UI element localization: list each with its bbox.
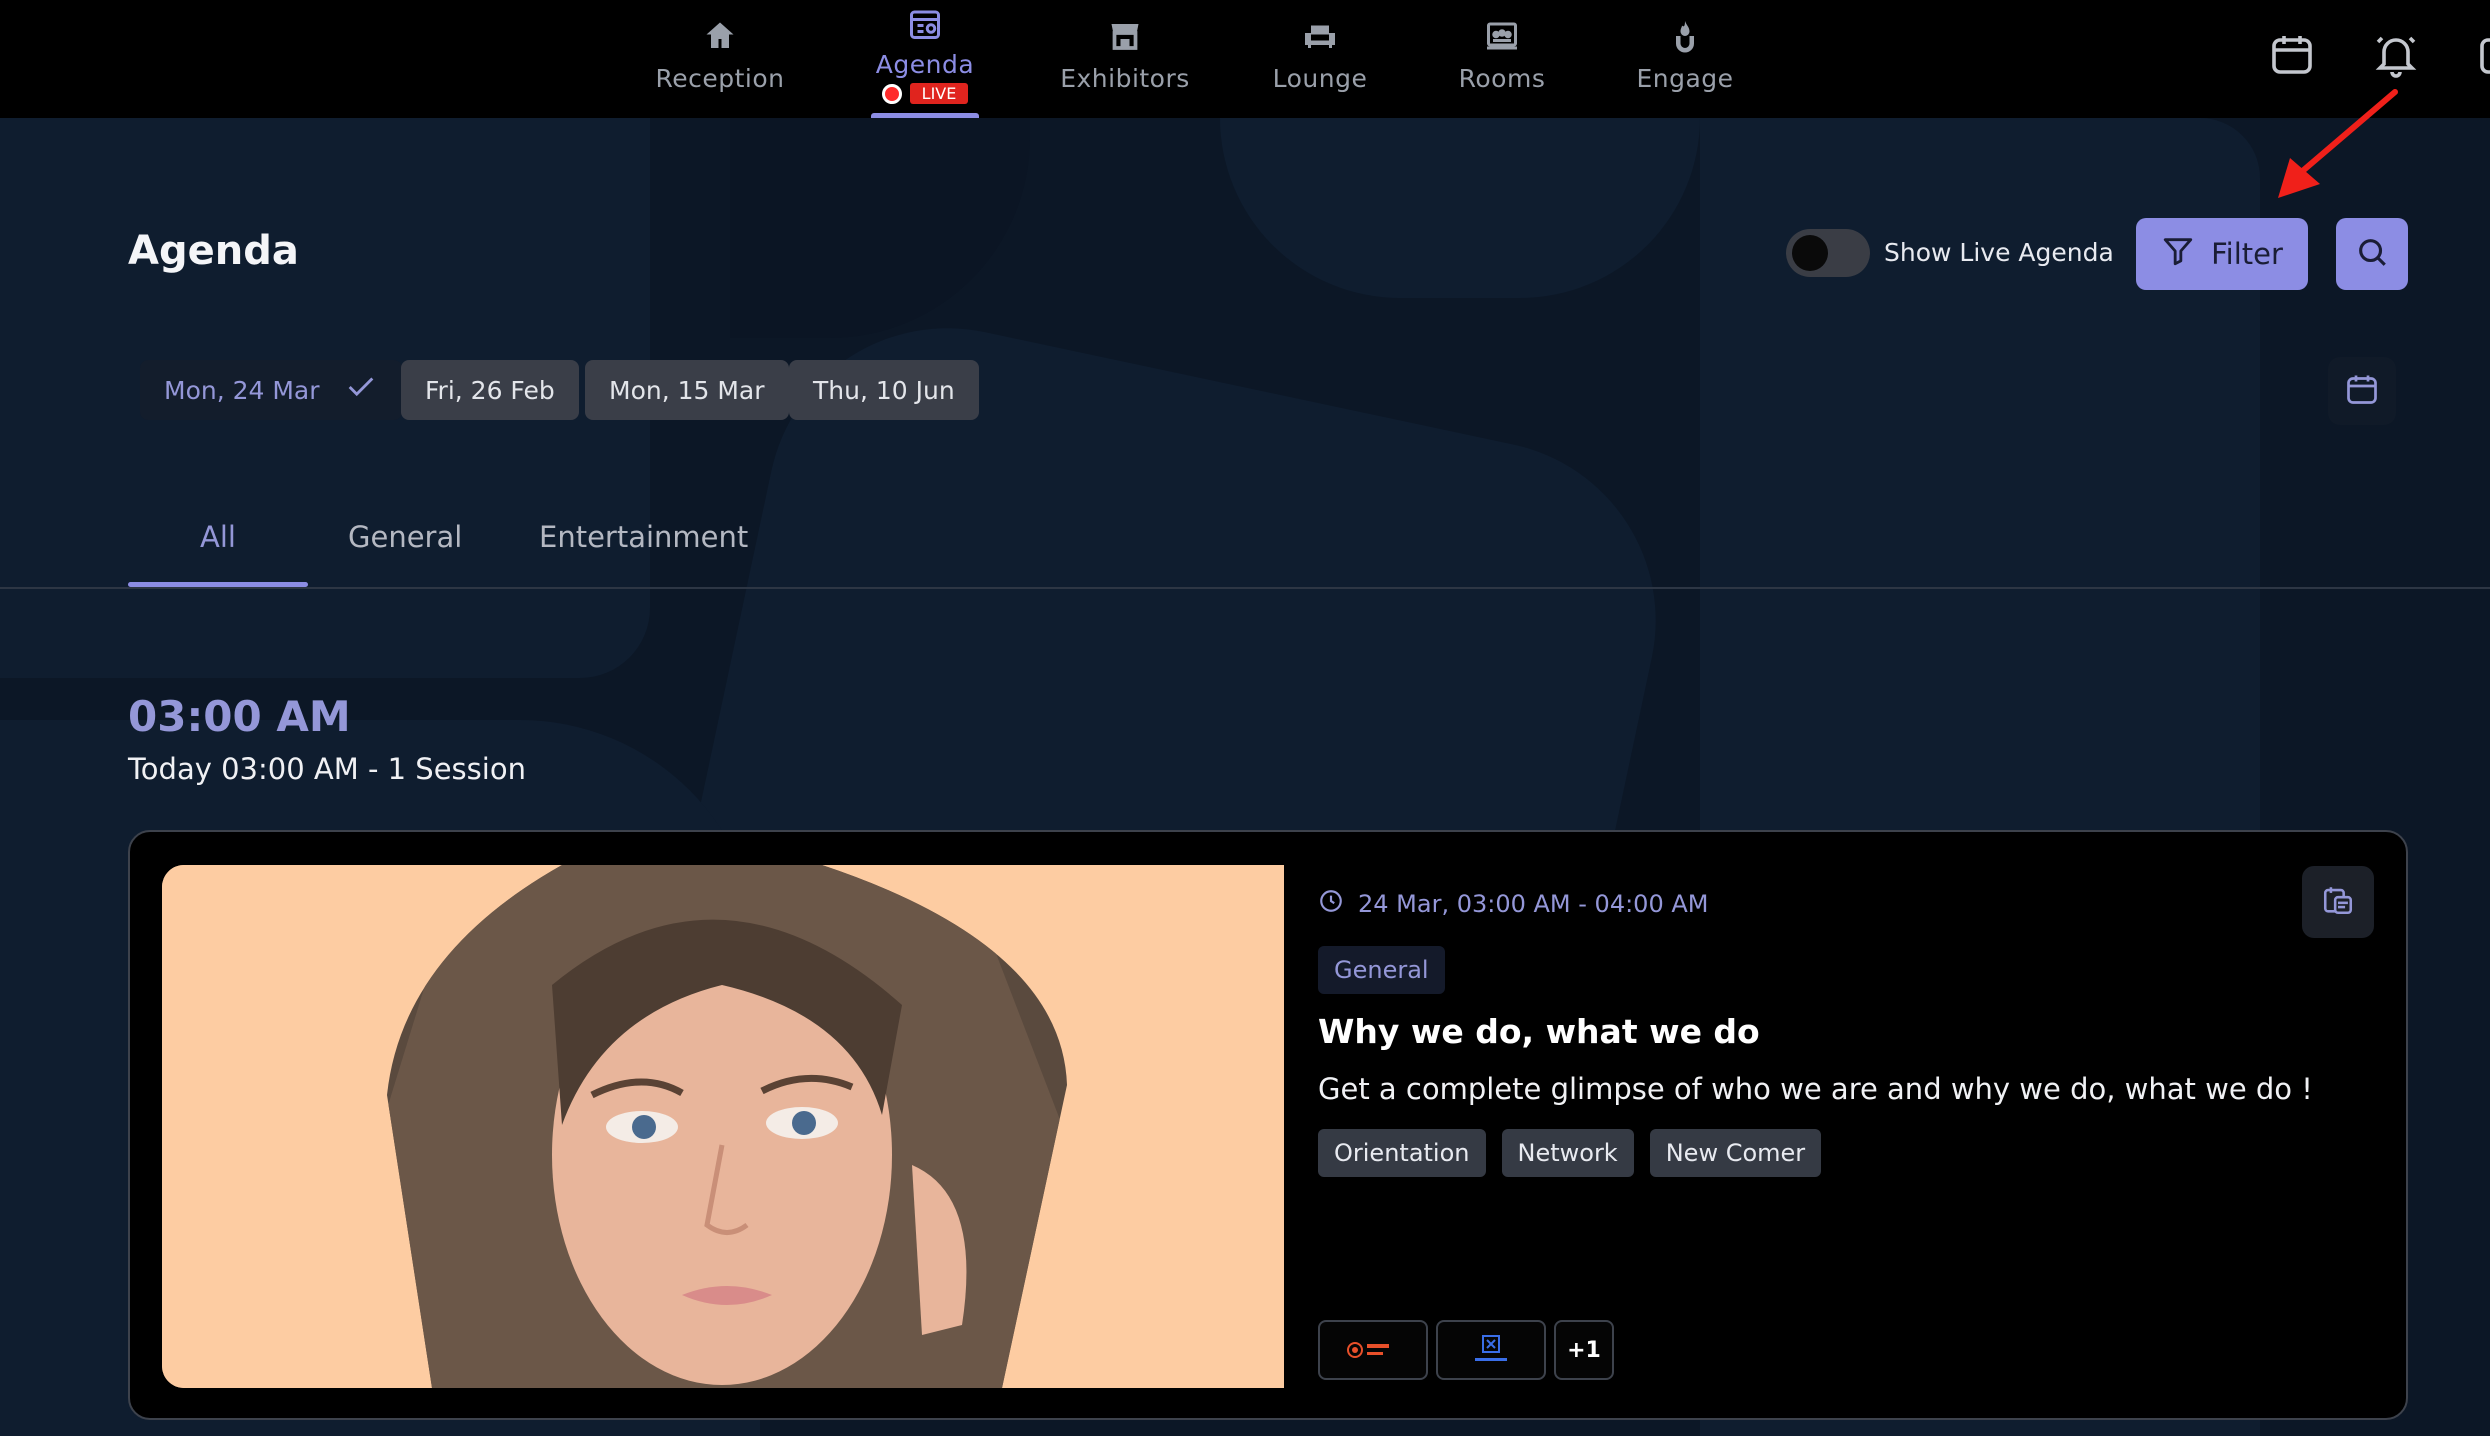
date-picker-button[interactable] <box>2328 357 2396 425</box>
search-button[interactable] <box>2336 218 2408 290</box>
session-description: Get a complete glimpse of who we are and… <box>1318 1072 2313 1106</box>
nav-item-label: Agenda <box>875 50 975 79</box>
menu-icon[interactable] <box>2476 30 2490 78</box>
bell-icon[interactable] <box>2372 30 2420 78</box>
toggle-knob <box>1792 235 1828 271</box>
nav-item-label: Reception <box>655 64 785 93</box>
nav-item-label: Exhibitors <box>1060 64 1190 93</box>
more-sponsors-button[interactable]: +1 <box>1554 1320 1614 1380</box>
add-to-calendar-button[interactable] <box>2302 866 2374 938</box>
tab-general[interactable]: General <box>348 520 462 554</box>
page-title: Agenda <box>128 228 299 274</box>
filter-button[interactable]: Filter <box>2136 218 2308 290</box>
agenda-page: Reception Agenda LIVE Exhibitors Lounge <box>0 0 2490 1436</box>
nav-item-agenda[interactable]: Agenda LIVE <box>865 0 985 118</box>
sponsor-logo[interactable] <box>1436 1320 1546 1380</box>
session-title[interactable]: Why we do, what we do <box>1318 1012 1760 1051</box>
session-track-badge: General <box>1318 946 1445 994</box>
top-navigation: Reception Agenda LIVE Exhibitors Lounge <box>0 0 2490 118</box>
date-chip-label: Fri, 26 Feb <box>425 375 555 405</box>
agenda-icon <box>905 4 945 44</box>
session-sponsors: +1 <box>1318 1320 1614 1380</box>
tabs-divider <box>0 587 2490 589</box>
calendar-icon[interactable] <box>2268 30 2316 78</box>
nav-item-engage[interactable]: Engage <box>1625 0 1745 118</box>
session-tag: New Comer <box>1649 1129 1822 1177</box>
speaker-photo <box>162 865 1284 1388</box>
store-icon <box>1105 16 1145 56</box>
engage-icon <box>1665 16 1705 56</box>
date-chip-label: Mon, 24 Mar <box>164 375 320 405</box>
home-icon <box>700 16 740 56</box>
date-chip[interactable]: Mon, 15 Mar <box>585 360 789 420</box>
session-tags: Orientation Network New Comer <box>1318 1129 1822 1177</box>
nav-item-label: Engage <box>1636 64 1734 93</box>
background-shape <box>730 118 1030 338</box>
calendar-icon <box>2344 371 2380 411</box>
nav-item-exhibitors[interactable]: Exhibitors <box>1050 0 1200 118</box>
sponsor-logo[interactable] <box>1318 1320 1428 1380</box>
date-chip-label: Mon, 15 Mar <box>609 375 765 405</box>
nav-item-label: Rooms <box>1458 64 1546 93</box>
date-chip[interactable]: Thu, 10 Jun <box>789 360 979 420</box>
session-time-text: 24 Mar, 03:00 AM - 04:00 AM <box>1358 890 1709 918</box>
nav-item-lounge[interactable]: Lounge <box>1260 0 1380 118</box>
live-badge: LIVE <box>881 83 969 104</box>
session-tag: Orientation <box>1318 1129 1486 1177</box>
search-icon <box>2355 235 2389 273</box>
tab-all[interactable]: All <box>200 520 236 554</box>
filter-button-label: Filter <box>2211 237 2283 271</box>
time-slot-heading: 03:00 AM <box>128 692 351 741</box>
date-chip-label: Thu, 10 Jun <box>813 375 955 405</box>
check-icon <box>344 370 378 410</box>
nav-item-label: Lounge <box>1272 64 1368 93</box>
session-banner-image <box>162 865 1284 1388</box>
live-agenda-toggle[interactable] <box>1786 229 1870 277</box>
live-agenda-toggle-label: Show Live Agenda <box>1884 238 2114 267</box>
date-chip-selected[interactable]: Mon, 24 Mar <box>140 360 402 420</box>
calendar-copy-icon <box>2321 883 2355 921</box>
active-nav-indicator <box>871 113 979 118</box>
rooms-icon <box>1482 16 1522 56</box>
session-tag: Network <box>1501 1129 1634 1177</box>
time-slot-summary: Today 03:00 AM - 1 Session <box>128 752 526 786</box>
date-chip[interactable]: Fri, 26 Feb <box>401 360 579 420</box>
annotation-arrow-icon <box>2278 89 2398 198</box>
clock-icon <box>1318 888 1344 920</box>
filter-icon <box>2161 234 2195 275</box>
tab-entertainment[interactable]: Entertainment <box>539 520 748 554</box>
nav-item-rooms[interactable]: Rooms <box>1442 0 1562 118</box>
live-badge-text: LIVE <box>909 83 969 104</box>
session-card[interactable]: 24 Mar, 03:00 AM - 04:00 AM General Why … <box>128 830 2408 1420</box>
session-time: 24 Mar, 03:00 AM - 04:00 AM <box>1318 888 1708 920</box>
nav-item-reception[interactable]: Reception <box>640 0 800 118</box>
sofa-icon <box>1300 16 1340 56</box>
background-shape <box>1220 118 1700 298</box>
live-dot-icon <box>881 83 902 104</box>
